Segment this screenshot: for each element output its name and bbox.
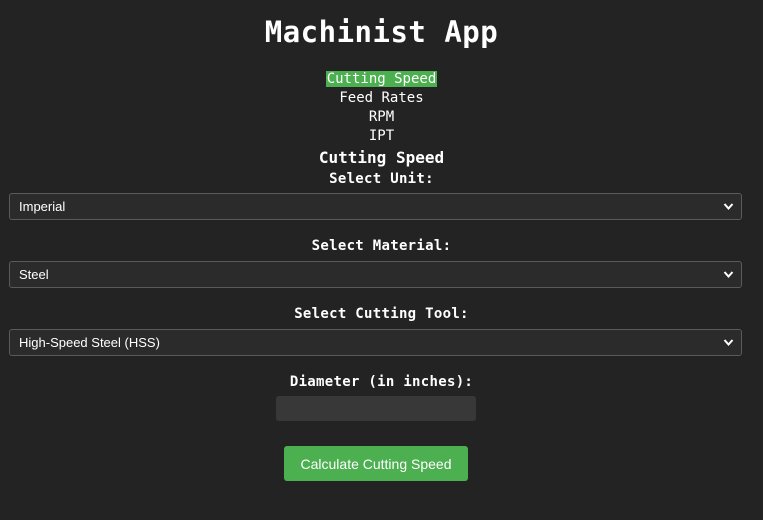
chevron-down-icon xyxy=(723,339,734,347)
cutting-tool-label: Select Cutting Tool: xyxy=(294,306,469,322)
material-select[interactable]: Steel xyxy=(9,261,742,288)
nav-item-label: RPM xyxy=(368,109,395,125)
nav-item-ipt[interactable]: IPT xyxy=(0,127,763,146)
chevron-down-icon xyxy=(723,203,734,211)
calculate-cutting-speed-button[interactable]: Calculate Cutting Speed xyxy=(284,446,468,481)
diameter-label: Diameter (in inches): xyxy=(289,374,474,390)
nav-item-rpm[interactable]: RPM xyxy=(0,108,763,127)
diameter-input[interactable] xyxy=(276,396,476,421)
nav-item-label: IPT xyxy=(368,128,395,144)
chevron-down-icon xyxy=(723,271,734,279)
material-label: Select Material: xyxy=(311,238,452,254)
material-select-value: Steel xyxy=(19,267,49,282)
unit-label: Select Unit: xyxy=(329,171,434,187)
nav-item-feed-rates[interactable]: Feed Rates xyxy=(0,89,763,108)
unit-select[interactable]: Imperial xyxy=(9,193,742,220)
app-title: Machinist App xyxy=(264,15,499,49)
cutting-tool-select-value: High-Speed Steel (HSS) xyxy=(19,335,160,350)
nav-item-label: Feed Rates xyxy=(339,90,424,106)
section-title: Cutting Speed xyxy=(318,148,445,167)
cutting-tool-select[interactable]: High-Speed Steel (HSS) xyxy=(9,329,742,356)
main-nav: Cutting Speed Feed Rates RPM IPT xyxy=(0,70,763,146)
unit-select-value: Imperial xyxy=(19,199,66,214)
nav-item-cutting-speed[interactable]: Cutting Speed xyxy=(0,70,763,89)
nav-item-label: Cutting Speed xyxy=(325,71,438,87)
